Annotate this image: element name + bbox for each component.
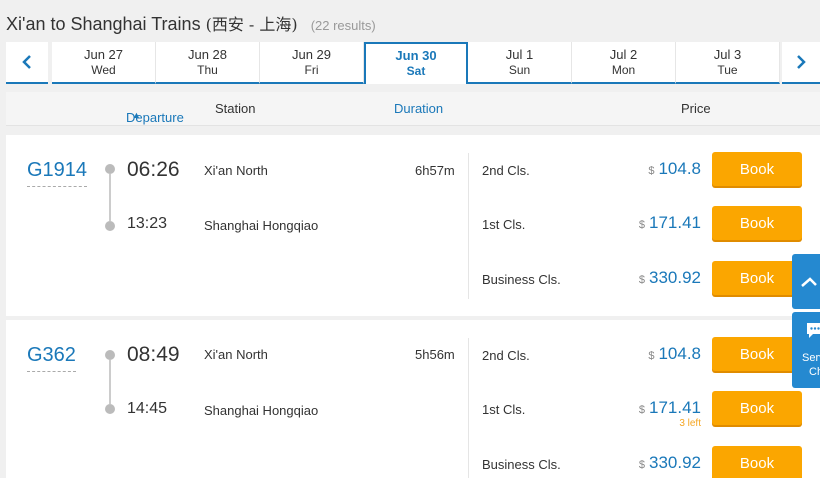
fare-amount: 330.92	[649, 453, 701, 472]
chevron-left-icon	[22, 55, 31, 69]
departure-dot	[105, 350, 115, 360]
date-tab-active[interactable]: Jun 30 Sat	[364, 42, 468, 84]
fare-amount: 171.41	[649, 398, 701, 417]
title-chinese: (西安 - 上海)	[205, 15, 298, 34]
arrival-dot	[105, 404, 115, 414]
currency-symbol: $	[638, 219, 645, 231]
route-line	[109, 174, 111, 221]
fare-price: $104.8	[648, 159, 701, 179]
service-chat-button[interactable]: Serv Ch	[792, 312, 820, 388]
chevron-right-icon	[797, 55, 806, 69]
seat-class: Business Cls.	[482, 272, 561, 287]
weekday-label: Fri	[304, 63, 319, 77]
departure-dot	[105, 164, 115, 174]
currency-symbol: $	[638, 459, 645, 471]
weekday-label: Wed	[91, 63, 116, 77]
fare-price: $171.41	[639, 213, 701, 233]
route-line	[109, 360, 111, 404]
date-tab[interactable]: Jul 3 Tue	[676, 42, 780, 84]
weekday-label: Mon	[611, 63, 636, 77]
book-button[interactable]: Book	[712, 337, 802, 371]
chevron-up-icon	[801, 276, 817, 287]
title-text: Xi'an to Shanghai Trains	[6, 14, 201, 34]
date-label: Jun 28	[187, 47, 228, 62]
fare-price: $330.92	[639, 453, 701, 473]
result-count: (22 results)	[310, 18, 376, 33]
departure-time: 06:26	[127, 158, 180, 181]
date-label: Jun 27	[83, 47, 124, 62]
fare-price: $330.92	[639, 268, 701, 288]
seats-remaining: 3 left	[679, 418, 701, 429]
fare-amount: 171.41	[649, 213, 701, 232]
book-button[interactable]: Book	[712, 152, 802, 186]
date-tab[interactable]: Jun 27 Wed	[52, 42, 156, 84]
train-number[interactable]: G362	[27, 344, 76, 372]
results-header: Departure ▲ Station Duration Price	[6, 92, 820, 126]
fare-price: $104.8	[648, 344, 701, 364]
arrival-station: Shanghai Hongqiao	[204, 218, 319, 233]
date-label: Jul 2	[609, 47, 638, 62]
fare-price: $171.41	[639, 398, 701, 418]
seat-class: 1st Cls.	[482, 217, 526, 232]
seat-class: 2nd Cls.	[482, 163, 530, 178]
date-tab[interactable]: Jul 2 Mon	[572, 42, 676, 84]
back-to-top-button[interactable]	[792, 254, 820, 309]
page-title: Xi'an to Shanghai Trains (西安 - 上海) (22 r…	[6, 11, 376, 35]
date-label: Jun 30	[395, 48, 437, 63]
departure-station: Xi'an North	[204, 163, 268, 178]
arrival-dot	[105, 221, 115, 231]
date-tab[interactable]: Jul 1 Sun	[468, 42, 572, 84]
seat-class: 1st Cls.	[482, 402, 526, 417]
departure-time: 08:49	[127, 343, 180, 366]
train-number[interactable]: G1914	[27, 159, 88, 187]
date-tab[interactable]: Jun 28 Thu	[156, 42, 260, 84]
departure-station: Xi'an North	[204, 347, 268, 362]
seat-class: 2nd Cls.	[482, 348, 530, 363]
chat-label: Ch	[809, 366, 820, 378]
date-label: Jul 1	[505, 47, 534, 62]
train-card: G362 08:49 14:45 Xi'an North Shanghai Ho…	[6, 320, 820, 478]
price-label: Price	[681, 101, 711, 116]
date-tabs: Jun 27 Wed Jun 28 Thu Jun 29 Fri Jun 30 Sat …	[52, 42, 780, 84]
train-card: G1914 06:26 13:23 Xi'an North Shanghai H…	[6, 135, 820, 316]
trip-duration: 6h57m	[415, 163, 455, 178]
divider	[468, 153, 469, 299]
book-button[interactable]: Book	[712, 206, 802, 240]
prev-dates-button[interactable]	[6, 42, 48, 84]
book-button[interactable]: Book	[712, 261, 802, 295]
weekday-label: Tue	[717, 63, 738, 77]
currency-symbol: $	[638, 274, 645, 286]
weekday-label: Sun	[508, 63, 531, 77]
sort-icon: ▲	[132, 110, 141, 120]
fare-amount: 330.92	[649, 268, 701, 287]
arrival-time: 14:45	[127, 400, 168, 417]
fare-amount: 104.8	[658, 159, 701, 178]
divider	[468, 338, 469, 478]
weekday-label: Sat	[406, 64, 426, 78]
date-label: Jul 3	[713, 47, 742, 62]
arrival-time: 13:23	[127, 215, 168, 232]
date-tab[interactable]: Jun 29 Fri	[260, 42, 364, 84]
book-button[interactable]: Book	[712, 391, 802, 425]
currency-symbol: $	[648, 165, 655, 177]
sort-duration[interactable]: Duration	[394, 101, 443, 116]
chat-label: Serv	[802, 352, 820, 364]
arrival-station: Shanghai Hongqiao	[204, 403, 319, 418]
date-label: Jun 29	[291, 47, 332, 62]
fare-amount: 104.8	[658, 344, 701, 363]
chat-bubble-icon	[807, 323, 820, 338]
date-selector: Jun 27 Wed Jun 28 Thu Jun 29 Fri Jun 30 Sat …	[6, 42, 820, 84]
trip-duration: 5h56m	[415, 347, 455, 362]
currency-symbol: $	[638, 404, 645, 416]
weekday-label: Thu	[197, 63, 218, 77]
book-button[interactable]: Book	[712, 446, 802, 478]
seat-class: Business Cls.	[482, 457, 561, 472]
station-label: Station	[215, 101, 256, 116]
next-dates-button[interactable]	[782, 42, 820, 84]
currency-symbol: $	[648, 350, 655, 362]
